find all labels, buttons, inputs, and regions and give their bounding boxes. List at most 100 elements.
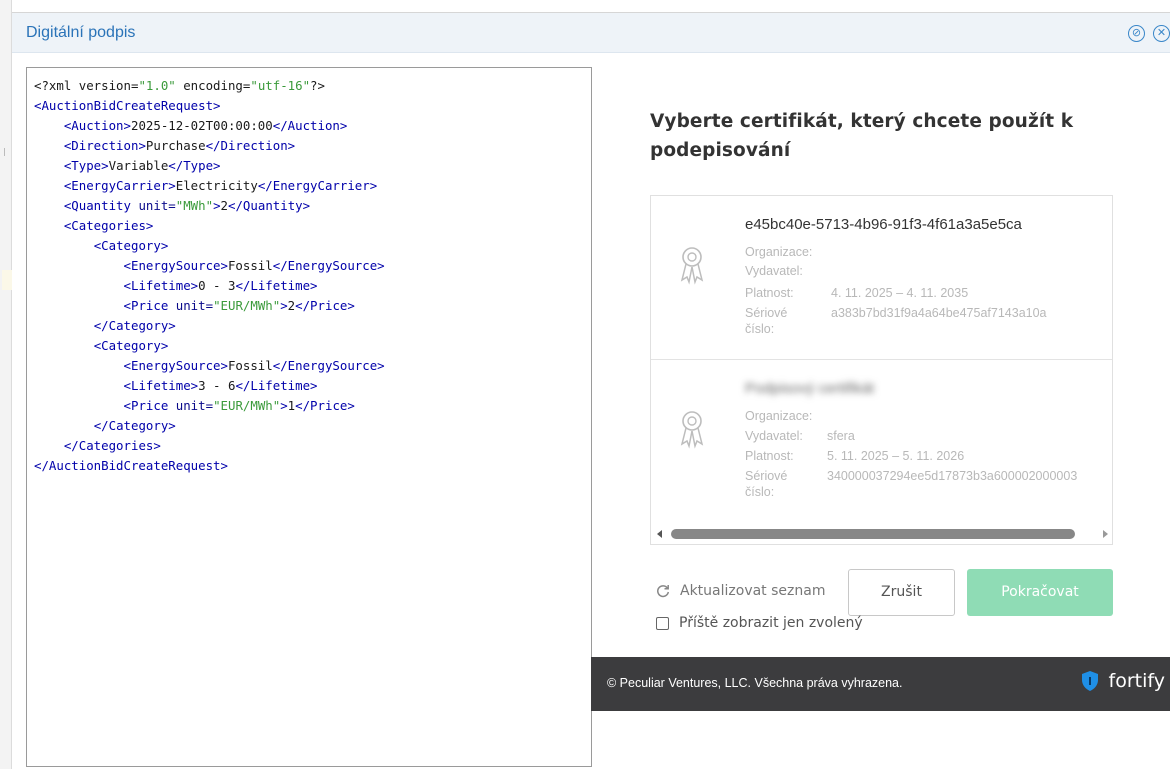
xml-line: <?xml version="1.0" encoding="utf-16"?> bbox=[34, 76, 584, 96]
digital-signature-dialog: Digitální podpis ⊘ ✕ <?xml version="1.0"… bbox=[12, 12, 1170, 769]
xml-token: > bbox=[280, 298, 288, 313]
xml-line: </Category> bbox=[34, 316, 584, 336]
scroll-left-arrow-icon[interactable] bbox=[657, 530, 662, 538]
continue-button[interactable]: Pokračovat bbox=[967, 569, 1113, 616]
dialog-title: Digitální podpis bbox=[26, 24, 136, 41]
serial-value: 340000037294ee5d17873b3a600002000003 bbox=[827, 469, 1078, 483]
xml-token: <Category> bbox=[93, 238, 169, 253]
xml-token: "EUR/MWh" bbox=[213, 298, 281, 313]
xml-token: "MWh" bbox=[175, 198, 214, 213]
xml-token: </Price> bbox=[295, 298, 355, 313]
minimize-icon[interactable]: ⊘ bbox=[1128, 25, 1145, 42]
xml-line: </AuctionBidCreateRequest> bbox=[34, 456, 584, 476]
xml-token: <Price bbox=[123, 298, 176, 313]
xml-token: <Price bbox=[123, 398, 176, 413]
xml-token: <Quantity bbox=[63, 198, 139, 213]
xml-line: <Quantity unit="MWh">2</Quantity> bbox=[34, 196, 584, 216]
xml-line: <Price unit="EUR/MWh">1</Price> bbox=[34, 396, 584, 416]
organization-label: Organizace: bbox=[745, 245, 813, 259]
xml-token: <EnergySource> bbox=[123, 258, 228, 273]
xml-token: unit= bbox=[138, 198, 176, 213]
xml-line: <EnergyCarrier>Electricity</EnergyCarrie… bbox=[34, 176, 584, 196]
certificate-item[interactable]: e45bc40e-5713-4b96-91f3-4f61a3a5e5ca Org… bbox=[651, 196, 1112, 360]
serial-value: a383b7bd31f9a4a64be475af7143a10a bbox=[831, 306, 1047, 320]
xml-token: </Category> bbox=[93, 418, 176, 433]
xml-token: </Type> bbox=[168, 158, 221, 173]
xml-token: Purchase bbox=[145, 138, 206, 153]
background-marker bbox=[2, 270, 12, 290]
serial-label-cont: číslo: bbox=[745, 485, 775, 499]
xml-line: </Category> bbox=[34, 416, 584, 436]
remember-checkbox[interactable] bbox=[656, 616, 669, 630]
xml-line: <Lifetime>3 - 6</Lifetime> bbox=[34, 376, 584, 396]
xml-token: 3 - 6 bbox=[198, 378, 236, 393]
horizontal-scrollbar[interactable] bbox=[651, 526, 1112, 544]
validity-value: 4. 11. 2025 – 4. 11. 2035 bbox=[831, 286, 969, 300]
xml-line: <Auction>2025-12-02T00:00:00</Auction> bbox=[34, 116, 584, 136]
dialog-titlebar: Digitální podpis ⊘ ✕ bbox=[12, 13, 1170, 53]
xml-token: "utf-16" bbox=[250, 78, 311, 93]
footer-copyright: © Peculiar Ventures, LLC. Všechna práva … bbox=[607, 676, 903, 690]
xml-line: <Category> bbox=[34, 236, 584, 256]
xml-token: Fossil bbox=[227, 258, 273, 273]
certificate-ribbon-icon bbox=[680, 247, 704, 285]
xml-token: </EnergyCarrier> bbox=[257, 178, 378, 193]
xml-token: </Lifetime> bbox=[235, 378, 318, 393]
certificate-name: Podpisový certifikát bbox=[745, 380, 875, 397]
issuer-label: Vydavatel: bbox=[745, 264, 803, 278]
remember-selection-option[interactable]: Příště zobrazit jen zvolený bbox=[656, 615, 863, 631]
xml-token: </EnergySource> bbox=[272, 258, 385, 273]
xml-token: <AuctionBidCreateRequest> bbox=[34, 98, 221, 113]
serial-label-cont: číslo: bbox=[745, 322, 775, 336]
xml-token: </Direction> bbox=[205, 138, 296, 153]
fortify-brand-name: fortify bbox=[1108, 670, 1165, 692]
xml-token: Fossil bbox=[227, 358, 273, 373]
xml-token: unit= bbox=[175, 298, 214, 313]
scroll-right-arrow-icon[interactable] bbox=[1103, 530, 1108, 538]
xml-token: <Direction> bbox=[63, 138, 146, 153]
xml-line: <EnergySource>Fossil</EnergySource> bbox=[34, 256, 584, 276]
serial-label: Sériové bbox=[745, 469, 788, 483]
xml-token: <Lifetime> bbox=[123, 378, 199, 393]
xml-line: <EnergySource>Fossil</EnergySource> bbox=[34, 356, 584, 376]
xml-token: 0 - 3 bbox=[198, 278, 236, 293]
certificate-list: e45bc40e-5713-4b96-91f3-4f61a3a5e5ca Org… bbox=[650, 195, 1113, 545]
xml-token: > bbox=[213, 198, 221, 213]
xml-token: <EnergySource> bbox=[123, 358, 228, 373]
issuer-value: sfera bbox=[827, 429, 855, 443]
xml-line: <AuctionBidCreateRequest> bbox=[34, 96, 584, 116]
certificate-item[interactable]: Podpisový certifikát Organizace: Vydavat… bbox=[651, 360, 1112, 518]
scrollbar-thumb[interactable] bbox=[671, 529, 1075, 539]
certificate-selection-heading: Vyberte certifikát, který chcete použít … bbox=[650, 111, 1074, 161]
xml-line: <Categories> bbox=[34, 216, 584, 236]
xml-token: <Auction> bbox=[63, 118, 131, 133]
validity-value: 5. 11. 2025 – 5. 11. 2026 bbox=[827, 449, 965, 463]
xml-token: "EUR/MWh" bbox=[213, 398, 281, 413]
xml-token: Electricity bbox=[175, 178, 258, 193]
certificate-name: e45bc40e-5713-4b96-91f3-4f61a3a5e5ca bbox=[745, 216, 1022, 233]
xml-token: </Lifetime> bbox=[235, 278, 318, 293]
xml-token: <?xml version= bbox=[34, 78, 139, 93]
background-page-sliver bbox=[0, 0, 12, 769]
xml-token: <EnergyCarrier> bbox=[63, 178, 176, 193]
xml-content: <?xml version="1.0" encoding="utf-16"?> <… bbox=[34, 76, 584, 476]
xml-preview-panel[interactable]: <?xml version="1.0" encoding="utf-16"?> <… bbox=[26, 67, 592, 767]
refresh-label: Aktualizovat seznam bbox=[680, 583, 826, 599]
cancel-button[interactable]: Zrušit bbox=[848, 569, 955, 616]
xml-token: <Type> bbox=[63, 158, 109, 173]
background-marker bbox=[4, 148, 10, 156]
xml-token: </Auction> bbox=[272, 118, 348, 133]
xml-token: </Category> bbox=[93, 318, 176, 333]
close-icon[interactable]: ✕ bbox=[1153, 25, 1170, 42]
xml-line: <Type>Variable</Type> bbox=[34, 156, 584, 176]
xml-token: 2025-12-02T00:00:00 bbox=[130, 118, 273, 133]
xml-token: </Price> bbox=[295, 398, 355, 413]
xml-line: <Lifetime>0 - 3</Lifetime> bbox=[34, 276, 584, 296]
xml-token: <Category> bbox=[93, 338, 169, 353]
refresh-list-link[interactable]: Aktualizovat seznam bbox=[656, 583, 825, 599]
issuer-label: Vydavatel: bbox=[745, 429, 803, 443]
xml-token: </AuctionBidCreateRequest> bbox=[34, 458, 228, 473]
xml-token: Variable bbox=[108, 158, 169, 173]
fortify-shield-icon bbox=[1081, 671, 1098, 691]
xml-token: ?> bbox=[310, 78, 325, 93]
